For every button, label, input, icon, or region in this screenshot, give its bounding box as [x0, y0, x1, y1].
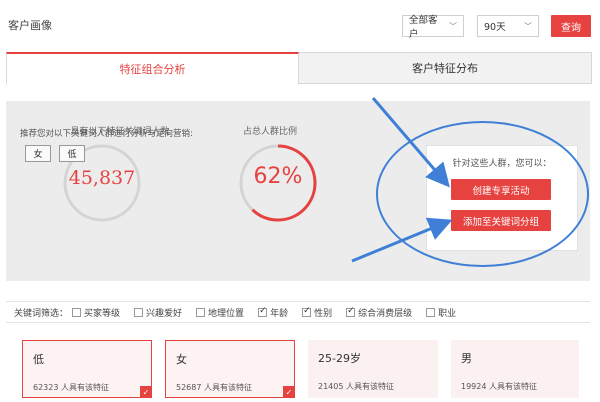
checkbox[interactable]: [426, 307, 436, 317]
feature-card-count: 21405 人具有该特征: [318, 382, 394, 391]
checkbox[interactable]: [346, 306, 356, 317]
keyword-checkbox-occupation[interactable]: 职业: [426, 306, 456, 319]
feature-card-female[interactable]: 女 52687 人具有该特征 ✓: [165, 340, 295, 398]
feature-card-age-25-29[interactable]: 25-29岁 21405 人具有该特征: [308, 340, 438, 398]
keyword-filter-label: 关键词筛选：: [14, 308, 69, 319]
keyword-filter-bar: 关键词筛选： 买家等级 兴趣爱好 地理位置 年龄 性别 综合消费层级 职业: [6, 301, 590, 323]
checkbox-label: 兴趣爱好: [146, 308, 183, 319]
feature-card-low[interactable]: 低 62323 人具有该特征 ✓: [22, 340, 152, 398]
checkbox-label: 性别: [314, 308, 333, 319]
keyword-checkbox-location[interactable]: 地理位置: [196, 306, 244, 319]
check-icon: ✓: [283, 386, 295, 398]
feature-card-title: 男: [461, 352, 472, 365]
feature-card-title: 低: [33, 353, 44, 366]
feature-card-count: 62323 人具有该特征: [33, 383, 109, 392]
feature-card-title: 女: [176, 353, 187, 366]
checkbox-label: 综合消费层级: [358, 308, 413, 319]
feature-card-count: 52687 人具有该特征: [176, 383, 252, 392]
checkbox[interactable]: [72, 307, 82, 317]
checkbox[interactable]: [302, 306, 312, 317]
checkbox-label: 买家等级: [84, 308, 121, 319]
checkbox[interactable]: [134, 307, 144, 317]
checkbox[interactable]: [196, 307, 206, 317]
annotation-arrow-top: [371, 97, 450, 188]
checkbox-label: 年龄: [270, 308, 289, 319]
keyword-checkbox-gender[interactable]: 性别: [302, 306, 332, 319]
checkbox-label: 职业: [438, 308, 457, 319]
check-icon: ✓: [140, 386, 152, 398]
keyword-checkbox-consumption-level[interactable]: 综合消费层级: [346, 306, 412, 319]
annotation-arrow-bottom: [351, 217, 453, 263]
keyword-checkbox-buyer-level[interactable]: 买家等级: [72, 306, 120, 319]
feature-card-count: 19924 人具有该特征: [461, 382, 537, 391]
feature-card-male[interactable]: 男 19924 人具有该特征: [451, 340, 579, 398]
feature-card-title: 25-29岁: [318, 352, 361, 365]
checkbox[interactable]: [258, 306, 268, 317]
keyword-checkbox-age[interactable]: 年龄: [258, 306, 288, 319]
checkbox-label: 地理位置: [208, 308, 245, 319]
keyword-checkbox-interests[interactable]: 兴趣爱好: [134, 306, 182, 319]
